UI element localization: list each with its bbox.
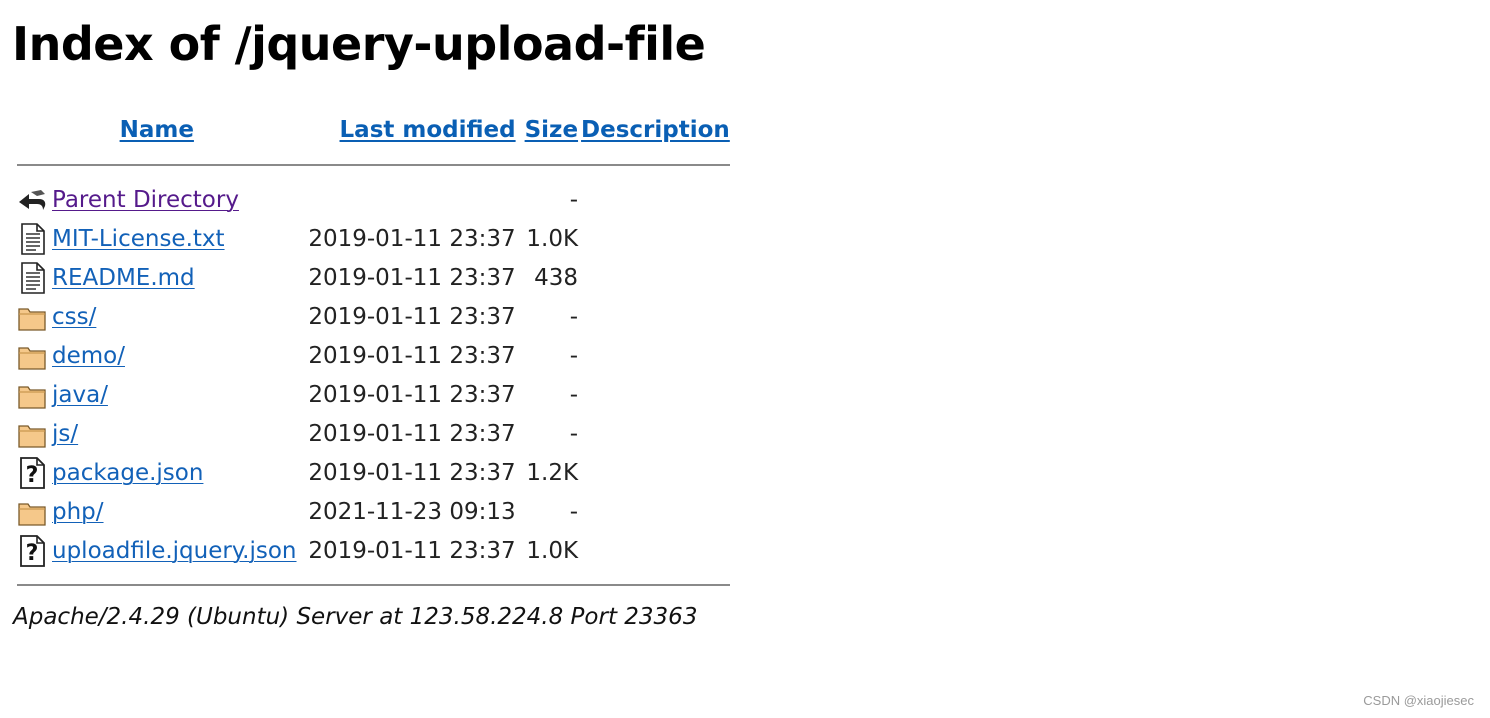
table-row: ? uploadfile.jquery.json 2019-01-11 23:37 1… [17, 531, 730, 570]
description-cell [581, 258, 730, 297]
file-link[interactable]: README.md [52, 265, 195, 291]
last-modified-cell: 2019-01-11 23:37 [308, 303, 516, 330]
size-cell: - [569, 498, 579, 525]
text-file-icon [17, 261, 47, 294]
file-link[interactable]: js/ [52, 421, 78, 447]
sort-by-size-link[interactable]: Size [525, 117, 578, 143]
footer-divider-row [17, 570, 730, 600]
file-link[interactable]: java/ [52, 382, 108, 408]
table-row: css/2019-01-11 23:37 - [17, 297, 730, 336]
size-cell: - [569, 420, 579, 447]
table-header-row: Name Last modified Size Description [17, 110, 730, 150]
size-cell: - [569, 303, 579, 330]
text-file-icon [17, 222, 47, 255]
svg-text:?: ? [26, 463, 39, 488]
description-cell [581, 219, 730, 258]
table-row: Parent Directory - [17, 180, 730, 219]
folder-icon [17, 303, 47, 331]
description-cell [581, 453, 730, 492]
table-row: php/2021-11-23 09:13 - [17, 492, 730, 531]
watermark: CSDN @xiaojiesec [1363, 693, 1474, 708]
table-row: demo/2019-01-11 23:37 - [17, 336, 730, 375]
file-link[interactable]: MIT-License.txt [52, 226, 225, 252]
file-rows: Parent Directory - MIT-License.txt 2019-01-… [17, 180, 730, 570]
file-link[interactable]: package.json [52, 460, 203, 486]
svg-text:?: ? [26, 541, 39, 566]
description-cell [581, 375, 730, 414]
sort-by-description-link[interactable]: Description [581, 117, 730, 143]
server-signature: Apache/2.4.29 (Ubuntu) Server at 123.58.… [13, 604, 698, 630]
header-description-cell: Description [581, 110, 730, 150]
description-cell [581, 492, 730, 531]
last-modified-cell: 2019-01-11 23:37 [308, 459, 516, 486]
footer-divider [17, 584, 730, 586]
file-link[interactable]: Parent Directory [52, 187, 239, 213]
file-listing-table: Name Last modified Size Description Pare… [14, 110, 733, 600]
sort-by-name-link[interactable]: Name [120, 117, 194, 143]
header-size-cell: Size [519, 110, 578, 150]
header-divider [17, 164, 730, 166]
size-cell: - [569, 342, 579, 369]
back-icon [17, 186, 47, 212]
header-modified-cell: Last modified [300, 110, 516, 150]
description-cell [581, 297, 730, 336]
last-modified-cell: 2019-01-11 23:37 [308, 264, 516, 291]
description-cell [581, 180, 730, 219]
last-modified-cell: 2019-01-11 23:37 [308, 381, 516, 408]
folder-icon [17, 342, 47, 370]
table-row: ? package.json 2019-01-11 23:37 1.2K [17, 453, 730, 492]
size-cell: 1.0K [526, 225, 579, 252]
unknown-file-icon: ? [17, 456, 47, 489]
size-cell: - [569, 186, 579, 213]
description-cell [581, 336, 730, 375]
last-modified-cell: 2019-01-11 23:37 [308, 537, 516, 564]
size-cell: 438 [534, 264, 579, 291]
folder-icon [17, 381, 47, 409]
unknown-file-icon: ? [17, 534, 47, 567]
sort-by-last-modified-link[interactable]: Last modified [340, 117, 516, 143]
last-modified-cell: 2021-11-23 09:13 [308, 498, 516, 525]
file-link[interactable]: php/ [52, 499, 104, 525]
last-modified-cell [300, 180, 516, 219]
description-cell [581, 531, 730, 570]
size-cell: 1.2K [526, 459, 579, 486]
size-cell: 1.0K [526, 537, 579, 564]
last-modified-cell: 2019-01-11 23:37 [308, 225, 516, 252]
header-divider-row [17, 150, 730, 180]
table-row: MIT-License.txt 2019-01-11 23:37 1.0K [17, 219, 730, 258]
file-link[interactable]: css/ [52, 304, 96, 330]
file-link[interactable]: uploadfile.jquery.json [52, 538, 297, 564]
folder-icon [17, 498, 47, 526]
page-title: Index of /jquery-upload-file [12, 17, 706, 71]
table-row: js/2019-01-11 23:37 - [17, 414, 730, 453]
folder-icon [17, 420, 47, 448]
header-name-cell: Name [17, 110, 297, 150]
table-row: README.md 2019-01-11 23:37 438 [17, 258, 730, 297]
file-link[interactable]: demo/ [52, 343, 125, 369]
last-modified-cell: 2019-01-11 23:37 [308, 342, 516, 369]
last-modified-cell: 2019-01-11 23:37 [308, 420, 516, 447]
directory-listing-page: Index of /jquery-upload-file Name Last m… [0, 0, 1490, 718]
size-cell: - [569, 381, 579, 408]
description-cell [581, 414, 730, 453]
table-row: java/2019-01-11 23:37 - [17, 375, 730, 414]
